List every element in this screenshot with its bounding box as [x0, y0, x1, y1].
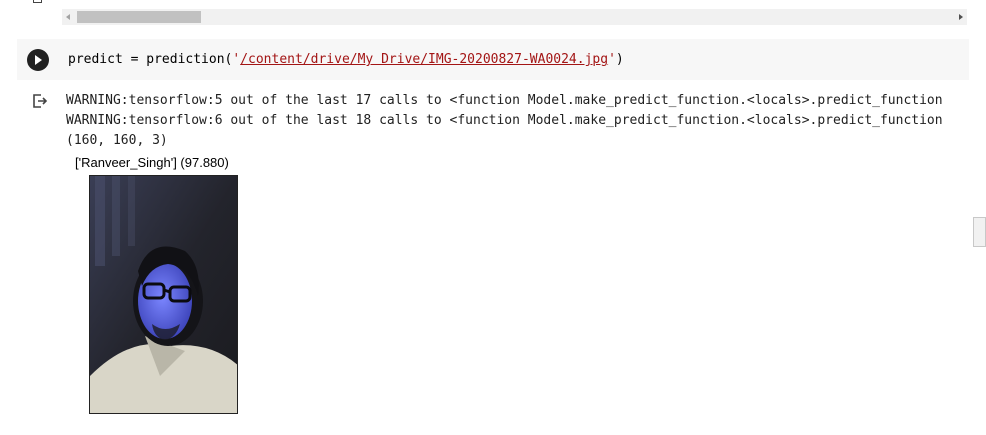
- prediction-image: [89, 175, 238, 414]
- output-line-3: (160, 160, 3): [66, 133, 168, 148]
- prediction-title: ['Ranveer_Singh'] (97.880): [75, 155, 229, 170]
- run-cell-button[interactable]: [27, 49, 49, 71]
- play-icon: [35, 55, 42, 65]
- code-editor-line[interactable]: predict = prediction( '/content/drive/My …: [68, 51, 624, 69]
- output-line-1: WARNING:tensorflow:5 out of the last 17 …: [66, 93, 943, 108]
- previous-output-icon: [33, 0, 42, 3]
- scroll-right-icon[interactable]: [959, 14, 963, 20]
- scroll-left-icon[interactable]: [66, 14, 70, 20]
- string-quote-close: ': [608, 52, 616, 67]
- cell-output: WARNING:tensorflow:5 out of the last 17 …: [66, 91, 969, 151]
- code-suffix: ): [615, 52, 624, 67]
- scrollbar-thumb[interactable]: [77, 11, 201, 23]
- output-line-2: WARNING:tensorflow:6 out of the last 18 …: [66, 113, 943, 128]
- output-redirect-icon[interactable]: [32, 93, 48, 109]
- string-path: /content/drive/My Drive/IMG-20200827-WA0…: [240, 52, 609, 67]
- horizontal-scrollbar[interactable]: [62, 9, 967, 25]
- code-prefix: predict = prediction(: [68, 52, 233, 67]
- vertical-scrollbar-thumb[interactable]: [973, 217, 986, 247]
